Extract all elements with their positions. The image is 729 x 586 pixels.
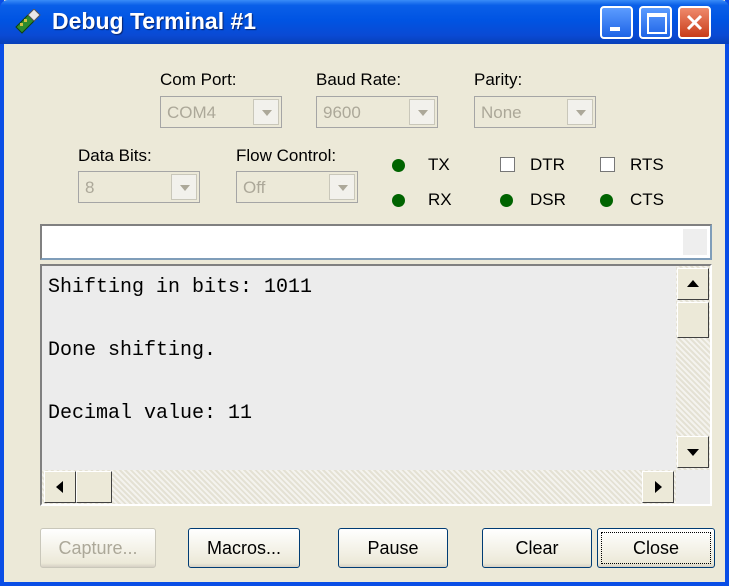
close-window-button[interactable] xyxy=(678,6,711,39)
parity-value: None xyxy=(481,103,522,122)
cts-label: CTS xyxy=(630,190,664,209)
output-line: Done shifting. xyxy=(48,339,217,362)
vertical-scroll-thumb[interactable] xyxy=(677,302,709,338)
cts-indicator-icon xyxy=(600,194,613,207)
scroll-down-button[interactable] xyxy=(677,436,709,468)
chevron-down-icon[interactable] xyxy=(567,99,593,125)
com-port-label: Com Port: xyxy=(160,70,237,89)
app-icon xyxy=(15,9,41,34)
parity-select[interactable]: None xyxy=(474,96,596,128)
baud-rate-select[interactable]: 9600 xyxy=(316,96,438,128)
dtr-label: DTR xyxy=(530,155,565,174)
vertical-scrollbar[interactable] xyxy=(676,266,710,470)
output-line: Shifting in bits: 1011 xyxy=(48,276,313,299)
pause-button[interactable]: Pause xyxy=(338,528,448,568)
chevron-down-icon[interactable] xyxy=(253,99,279,125)
title-bar[interactable]: Debug Terminal #1 xyxy=(0,0,729,44)
receive-pane[interactable]: Shifting in bits: 1011 ​ Done shifting. ​ De… xyxy=(40,264,712,506)
horizontal-scroll-thumb[interactable] xyxy=(76,471,112,503)
baud-rate-label: Baud Rate: xyxy=(316,70,402,89)
rts-checkbox[interactable] xyxy=(600,157,615,172)
window-title: Debug Terminal #1 xyxy=(52,8,257,34)
chevron-down-icon[interactable] xyxy=(329,174,355,200)
rx-label: RX xyxy=(428,190,452,209)
arrow-left-icon xyxy=(56,481,63,493)
data-bits-value: 8 xyxy=(85,178,95,197)
baud-rate-value: 9600 xyxy=(323,103,361,122)
arrow-down-icon xyxy=(687,449,699,456)
scroll-left-button[interactable] xyxy=(44,471,76,503)
tx-label: TX xyxy=(428,155,450,174)
data-bits-label: Data Bits: xyxy=(78,146,152,165)
debug-terminal-window: Debug Terminal #1 Com Port: COM4 Baud Ra… xyxy=(0,0,729,586)
com-port-select[interactable]: COM4 xyxy=(160,96,282,128)
flow-control-select[interactable]: Off xyxy=(236,171,358,203)
com-port-value: COM4 xyxy=(167,103,217,122)
parity-label: Parity: xyxy=(474,70,523,89)
minimize-button[interactable] xyxy=(600,6,633,39)
scroll-right-button[interactable] xyxy=(642,471,674,503)
rx-indicator-icon xyxy=(392,194,405,207)
output-line: Decimal value: 11 xyxy=(48,402,253,425)
receive-output: Shifting in bits: 1011 ​ Done shifting. ​ De… xyxy=(48,272,312,430)
close-icon xyxy=(686,14,703,31)
chevron-down-icon[interactable] xyxy=(171,174,197,200)
dsr-indicator-icon xyxy=(500,194,513,207)
data-bits-select[interactable]: 8 xyxy=(78,171,200,203)
transmit-input[interactable] xyxy=(40,224,712,260)
output-line: ​ xyxy=(48,304,312,336)
horizontal-scrollbar[interactable] xyxy=(42,470,676,504)
macros-button[interactable]: Macros... xyxy=(188,528,300,568)
dtr-checkbox[interactable] xyxy=(500,157,515,172)
tx-indicator-icon xyxy=(392,159,405,172)
close-button[interactable]: Close xyxy=(597,528,715,568)
arrow-up-icon xyxy=(687,280,699,287)
rts-label: RTS xyxy=(630,155,664,174)
transmit-scroll-grip[interactable] xyxy=(683,229,707,255)
chevron-down-icon[interactable] xyxy=(409,99,435,125)
flow-control-label: Flow Control: xyxy=(236,146,337,165)
clear-button[interactable]: Clear xyxy=(482,528,592,568)
output-line: ​ xyxy=(48,367,312,399)
arrow-right-icon xyxy=(655,481,662,493)
capture-button[interactable]: Capture... xyxy=(40,528,156,568)
scroll-up-button[interactable] xyxy=(677,268,709,300)
flow-control-value: Off xyxy=(243,178,266,197)
dsr-label: DSR xyxy=(530,190,566,209)
maximize-button[interactable] xyxy=(639,6,672,39)
